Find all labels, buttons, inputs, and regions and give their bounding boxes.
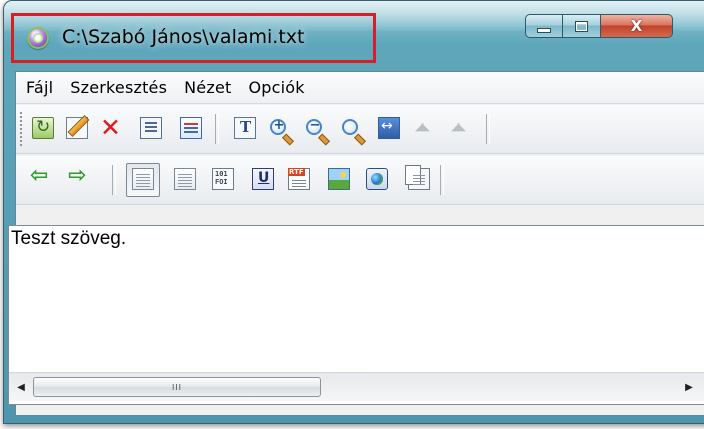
main-toolbar: + − [16, 105, 704, 154]
close-button[interactable]: X [601, 14, 673, 38]
app-icon[interactable] [27, 27, 49, 49]
image-view-icon[interactable] [328, 168, 350, 190]
menu-bar: Fájl Szerkesztés Nézet Opciók [16, 72, 704, 104]
menu-options[interactable]: Opciók [248, 78, 304, 97]
minimize-icon [537, 27, 551, 33]
properties-icon[interactable] [140, 117, 162, 139]
maximize-button[interactable] [563, 14, 601, 38]
editor-content[interactable]: Teszt szöveg. [11, 228, 126, 250]
scroll-left-icon[interactable]: ◀ [11, 376, 31, 398]
forward-arrow-icon[interactable] [68, 163, 90, 190]
refresh-icon[interactable] [32, 117, 54, 139]
list-icon[interactable] [180, 117, 202, 139]
window-title: C:\Szabó János\valami.txt [62, 26, 305, 48]
web-view-icon[interactable] [366, 168, 388, 190]
multipage-icon[interactable] [405, 165, 430, 190]
mirror-left-icon[interactable] [415, 117, 440, 139]
toolbar-grip[interactable] [19, 111, 23, 147]
caption-buttons: X [525, 14, 673, 40]
zoom-icon[interactable] [342, 119, 358, 135]
horizontal-scrollbar[interactable]: ◀ III ▶ [9, 372, 704, 401]
scroll-right-icon[interactable]: ▶ [679, 376, 699, 398]
scroll-thumb[interactable]: III [33, 377, 321, 397]
fit-width-icon[interactable] [378, 117, 400, 139]
menu-view[interactable]: Nézet [184, 78, 231, 97]
toolbar-separator [215, 114, 219, 144]
rtf-view-icon[interactable] [288, 168, 310, 190]
edit-icon[interactable] [66, 117, 88, 139]
toolbar-separator [486, 114, 490, 144]
maximize-icon [575, 20, 588, 32]
close-icon: X [630, 17, 643, 35]
text-view-icon [132, 168, 154, 190]
mirror-right-icon[interactable] [451, 117, 476, 139]
binary-view-icon[interactable] [212, 168, 234, 190]
view-toolbar [16, 156, 704, 205]
document-view-icon[interactable] [174, 168, 196, 190]
zoom-out-icon[interactable]: − [306, 118, 322, 135]
delete-icon[interactable] [100, 113, 122, 142]
menu-file[interactable]: Fájl [26, 78, 53, 97]
toolbar-separator [440, 165, 444, 195]
back-arrow-icon[interactable] [30, 163, 52, 190]
toolbar-separator [112, 165, 116, 195]
menu-edit[interactable]: Szerkesztés [70, 78, 167, 97]
minimize-button[interactable] [525, 14, 563, 38]
zoom-in-icon[interactable]: + [270, 118, 286, 135]
font-icon[interactable] [234, 117, 256, 139]
unicode-view-icon[interactable] [252, 168, 274, 190]
